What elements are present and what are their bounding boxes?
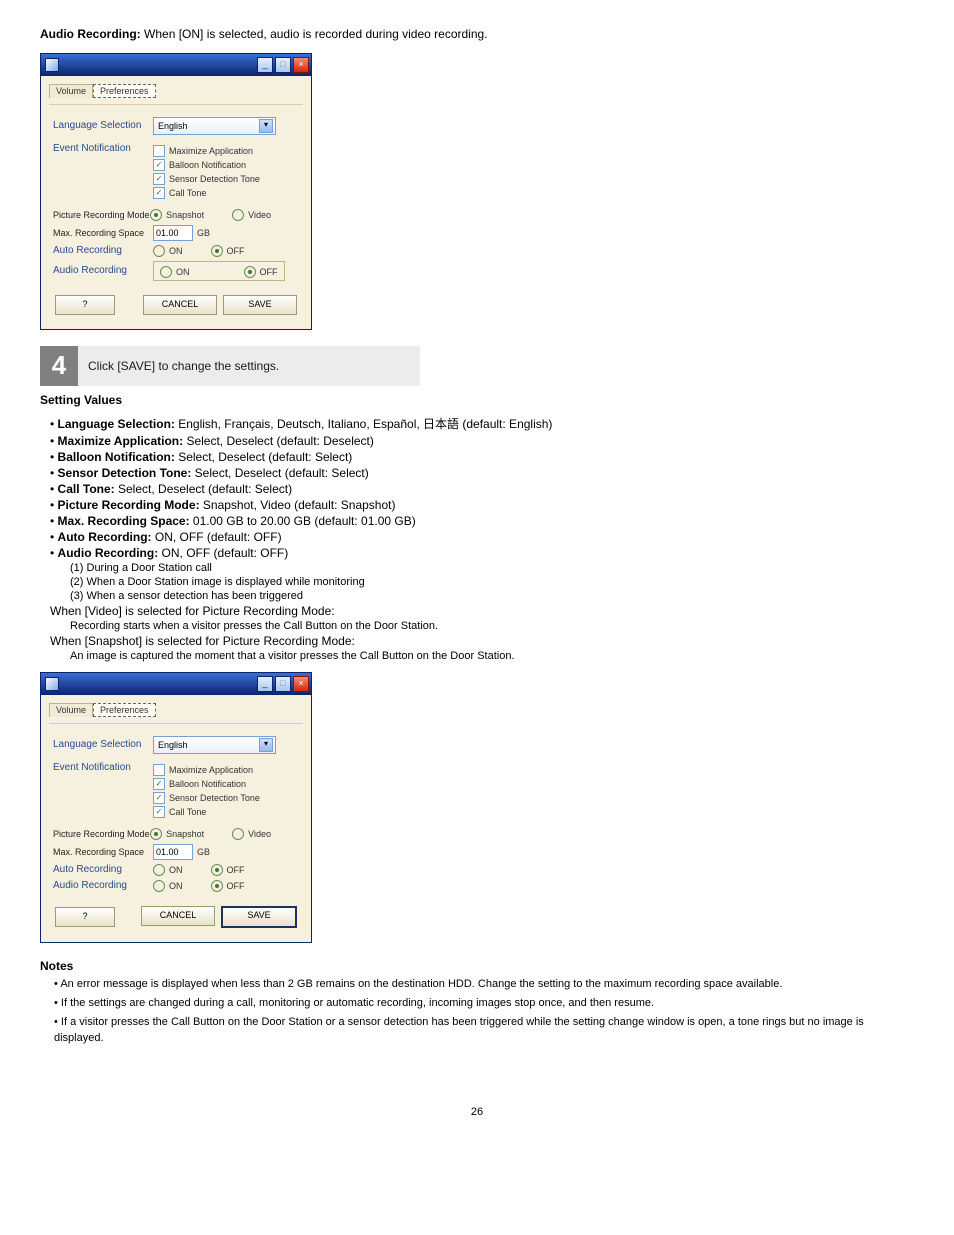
radio-auto-off-label: OFF xyxy=(227,246,245,256)
chk-sensor-label: Sensor Detection Tone xyxy=(169,174,260,184)
close-button[interactable]: × xyxy=(293,57,309,73)
radio-snapshot[interactable] xyxy=(150,828,162,840)
chevron-down-icon: ▾ xyxy=(259,738,273,752)
auto-label: Auto Recording xyxy=(53,245,153,256)
note-3: • If a visitor presses the Call Button o… xyxy=(54,1015,914,1046)
note-2: • If the settings are changed during a c… xyxy=(54,996,914,1011)
radio-audio-off[interactable] xyxy=(244,266,256,278)
language-label: Language Selection xyxy=(53,120,153,131)
audio-recording-title: Audio Recording: xyxy=(40,27,141,41)
sub2: (2) When a Door Station image is display… xyxy=(70,576,914,588)
preferences-window-save: _ □ × Volume Preferences Language Select… xyxy=(40,672,312,943)
foot2sub: An image is captured the moment that a v… xyxy=(70,650,914,662)
chevron-down-icon: ▾ xyxy=(259,119,273,133)
language-value: English xyxy=(158,740,188,750)
app-icon xyxy=(45,677,59,691)
setting-bullet: • Max. Recording Space: 01.00 GB to 20.0… xyxy=(50,514,914,528)
audio-label: Audio Recording xyxy=(53,265,153,276)
foot2: When [Snapshot] is selected for Picture … xyxy=(50,634,914,648)
setting-bullet: • Audio Recording: ON, OFF (default: OFF… xyxy=(50,546,914,560)
tab-volume[interactable]: Volume xyxy=(49,84,93,98)
radio-audio-off[interactable] xyxy=(211,880,223,892)
mrs-label: Max. Recording Space xyxy=(53,228,153,238)
tab-preferences[interactable]: Preferences xyxy=(93,703,156,717)
help-button[interactable]: ? xyxy=(55,295,115,315)
checkbox-call[interactable]: ✓ xyxy=(153,806,165,818)
radio-audio-off-label: OFF xyxy=(260,267,278,277)
radio-auto-off[interactable] xyxy=(211,245,223,257)
setting-bullet: • Language Selection: English, Français,… xyxy=(50,415,914,432)
mrs-input[interactable]: 01.00 xyxy=(153,844,193,860)
language-value: English xyxy=(158,121,188,131)
language-select[interactable]: English ▾ xyxy=(153,117,276,135)
setting-bullet: • Call Tone: Select, Deselect (default: … xyxy=(50,482,914,496)
setting-bullet: • Sensor Detection Tone: Select, Deselec… xyxy=(50,466,914,480)
foot1sub: Recording starts when a visitor presses … xyxy=(70,620,914,632)
setting-bullet: • Maximize Application: Select, Deselect… xyxy=(50,434,914,448)
chk-balloon-label: Balloon Notification xyxy=(169,160,246,170)
save-button-highlighted[interactable]: SAVE xyxy=(221,906,297,928)
radio-snapshot[interactable] xyxy=(150,209,162,221)
radio-video[interactable] xyxy=(232,209,244,221)
setting-bullet: • Balloon Notification: Select, Deselect… xyxy=(50,450,914,464)
checkbox-balloon[interactable]: ✓ xyxy=(153,159,165,171)
radio-video-label: Video xyxy=(248,210,271,220)
setting-bullet: • Auto Recording: ON, OFF (default: OFF) xyxy=(50,530,914,544)
minimize-button[interactable]: _ xyxy=(257,676,273,692)
prm-label: Picture Recording Mode xyxy=(53,210,150,220)
help-button[interactable]: ? xyxy=(55,907,115,927)
cancel-button[interactable]: CANCEL xyxy=(141,906,215,926)
step-bar: 4 Click [SAVE] to change the settings. xyxy=(40,346,420,386)
language-select[interactable]: English ▾ xyxy=(153,736,276,754)
minimize-button[interactable]: _ xyxy=(257,57,273,73)
sub3: (3) When a sensor detection has been tri… xyxy=(70,590,914,602)
event-label: Event Notification xyxy=(53,762,153,773)
checkbox-balloon[interactable]: ✓ xyxy=(153,778,165,790)
radio-audio-on-label: ON xyxy=(176,267,190,277)
radio-auto-on[interactable] xyxy=(153,245,165,257)
setting-values-title: Setting Values xyxy=(40,392,914,409)
checkbox-maximize[interactable] xyxy=(153,145,165,157)
sub1: (1) During a Door Station call xyxy=(70,562,914,574)
note-1: • An error message is displayed when les… xyxy=(54,977,914,992)
radio-auto-off[interactable] xyxy=(211,864,223,876)
save-button[interactable]: SAVE xyxy=(223,295,297,315)
radio-video[interactable] xyxy=(232,828,244,840)
preferences-window: _ □ × Volume Preferences Language Select… xyxy=(40,53,312,330)
notes-title: Notes xyxy=(40,959,914,973)
auto-label: Auto Recording xyxy=(53,864,153,875)
radio-auto-on-label: ON xyxy=(169,246,183,256)
mrs-unit: GB xyxy=(197,228,210,238)
radio-audio-on[interactable] xyxy=(153,880,165,892)
page-number: 26 xyxy=(40,1106,914,1118)
checkbox-sensor[interactable]: ✓ xyxy=(153,792,165,804)
radio-audio-on[interactable] xyxy=(160,266,172,278)
checkbox-maximize[interactable] xyxy=(153,764,165,776)
radio-auto-on[interactable] xyxy=(153,864,165,876)
checkbox-call[interactable]: ✓ xyxy=(153,187,165,199)
event-label: Event Notification xyxy=(53,143,153,154)
language-label: Language Selection xyxy=(53,739,153,750)
audio-recording-desc: When [ON] is selected, audio is recorded… xyxy=(144,27,488,41)
foot1: When [Video] is selected for Picture Rec… xyxy=(50,604,914,618)
maximize-button[interactable]: □ xyxy=(275,676,291,692)
mrs-input[interactable]: 01.00 xyxy=(153,225,193,241)
chk-call-label: Call Tone xyxy=(169,188,206,198)
cancel-button[interactable]: CANCEL xyxy=(143,295,217,315)
prm-label: Picture Recording Mode xyxy=(53,829,150,839)
chk-max-label: Maximize Application xyxy=(169,146,253,156)
step-number: 4 xyxy=(40,346,78,386)
step-text: Click [SAVE] to change the settings. xyxy=(78,346,420,386)
close-button[interactable]: × xyxy=(293,676,309,692)
maximize-button[interactable]: □ xyxy=(275,57,291,73)
mrs-label: Max. Recording Space xyxy=(53,847,153,857)
setting-bullet: • Picture Recording Mode: Snapshot, Vide… xyxy=(50,498,914,512)
audio-label: Audio Recording xyxy=(53,880,153,891)
app-icon xyxy=(45,58,59,72)
radio-snapshot-label: Snapshot xyxy=(166,210,204,220)
tab-preferences[interactable]: Preferences xyxy=(93,84,156,98)
checkbox-sensor[interactable]: ✓ xyxy=(153,173,165,185)
audio-groupbox: ON OFF xyxy=(153,261,285,281)
tab-volume[interactable]: Volume xyxy=(49,703,93,717)
